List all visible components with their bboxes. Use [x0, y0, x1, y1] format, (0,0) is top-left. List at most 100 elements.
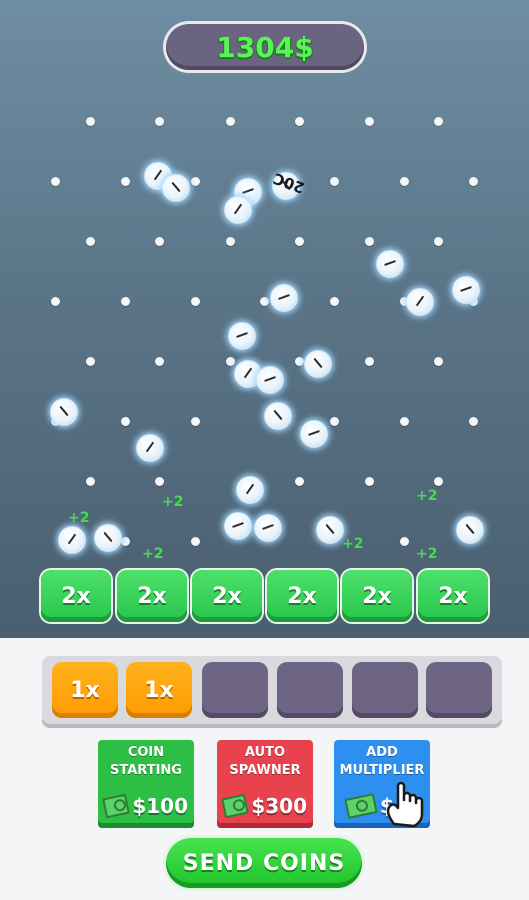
multiplier-label: 2x — [362, 583, 392, 609]
multiplier-slot-empty[interactable] — [202, 662, 268, 718]
peg — [226, 237, 235, 246]
upgrade-price: $100 — [102, 792, 188, 820]
peg — [86, 477, 95, 486]
price-value: $300 — [251, 794, 307, 818]
peg — [295, 117, 304, 126]
peg — [226, 117, 235, 126]
multiplier-slot-empty[interactable] — [426, 662, 492, 718]
send-coins-label: SEND COINS — [182, 850, 346, 876]
peg — [86, 237, 95, 246]
slot-label: 1x — [70, 677, 100, 703]
multiplier-label: 2x — [212, 583, 242, 609]
peg — [295, 357, 304, 366]
coin — [224, 512, 252, 540]
coin — [406, 288, 434, 316]
peg — [469, 417, 478, 426]
coin — [228, 322, 256, 350]
peg — [400, 177, 409, 186]
peg — [121, 177, 130, 186]
bonus-label: +2 — [342, 536, 364, 552]
coin — [58, 526, 86, 554]
peg — [51, 297, 60, 306]
bonus-label: +2 — [162, 494, 184, 510]
multiplier-slot-empty[interactable] — [277, 662, 343, 718]
coin — [456, 516, 484, 544]
multiplier-label: 2x — [287, 583, 317, 609]
upgrade-title: COIN STARTING — [110, 744, 182, 780]
peg — [434, 117, 443, 126]
upgrade-title-line2: SPAWNER — [229, 763, 301, 778]
peg — [330, 177, 339, 186]
upgrade-price: $300 — [221, 792, 307, 820]
coin — [452, 276, 480, 304]
peg — [155, 357, 164, 366]
peg — [155, 117, 164, 126]
peg — [121, 537, 130, 546]
peg — [155, 477, 164, 486]
peg — [191, 537, 200, 546]
auto-spawner-button[interactable]: AUTO SPAWNER $300 — [217, 740, 313, 828]
peg — [330, 417, 339, 426]
coin — [94, 524, 122, 552]
upgrade-title: AUTO SPAWNER — [229, 744, 300, 780]
peg — [365, 477, 374, 486]
peg — [86, 357, 95, 366]
multiplier-slot[interactable]: 1x — [52, 662, 118, 718]
peg — [295, 477, 304, 486]
upgrade-title-line1: AUTO — [244, 745, 286, 760]
multiplier-bucket: 2x — [41, 570, 111, 622]
send-coins-button[interactable]: SEND COINS — [166, 838, 362, 888]
coin — [304, 350, 332, 378]
coin — [270, 284, 298, 312]
peg — [365, 237, 374, 246]
peg — [155, 237, 164, 246]
slot-label: 1x — [144, 677, 174, 703]
cash-icon — [102, 793, 131, 819]
bonus-label: +2 — [68, 510, 90, 526]
peg — [330, 297, 339, 306]
bonus-label: +2 — [142, 546, 164, 562]
coin — [376, 250, 404, 278]
coin — [264, 402, 292, 430]
peg — [400, 537, 409, 546]
price-value: $100 — [132, 794, 188, 818]
upgrade-title-line2: STARTING — [110, 763, 182, 778]
coin — [254, 514, 282, 542]
coin — [256, 366, 284, 394]
peg — [434, 237, 443, 246]
multiplier-label: 2x — [137, 583, 167, 609]
coin — [50, 398, 78, 426]
peg — [295, 237, 304, 246]
multiplier-slot-empty[interactable] — [352, 662, 418, 718]
upgrade-title-line1: ADD — [366, 745, 398, 760]
peg — [191, 297, 200, 306]
cash-icon — [221, 793, 250, 819]
peg — [365, 117, 374, 126]
multiplier-bucket: 2x — [418, 570, 488, 622]
cash-icon — [344, 793, 378, 819]
multiplier-bucket: 2x — [117, 570, 187, 622]
pointer-hand-icon — [386, 781, 424, 828]
peg — [434, 477, 443, 486]
multiplier-slot[interactable]: 1x — [126, 662, 192, 718]
peg — [51, 177, 60, 186]
multiplier-label: 2x — [438, 583, 468, 609]
peg — [191, 177, 200, 186]
upgrade-title-line1: COIN — [127, 745, 165, 760]
peg — [191, 417, 200, 426]
peg — [121, 297, 130, 306]
multiplier-bucket: 2x — [192, 570, 262, 622]
peg — [365, 357, 374, 366]
peg — [469, 177, 478, 186]
plinko-board: 1304$ 20C +2 +2 +2 +2 +2 +2 2x 2x 2x 2x … — [0, 0, 529, 638]
peg — [121, 417, 130, 426]
multiplier-bucket: 2x — [342, 570, 412, 622]
multiplier-label: 2x — [61, 583, 91, 609]
bonus-label: +2 — [416, 488, 438, 504]
coin — [136, 434, 164, 462]
coin-starting-button[interactable]: COIN STARTING $100 — [98, 740, 194, 828]
bonus-label: +2 — [416, 546, 438, 562]
money-display: 1304$ — [166, 24, 364, 70]
coin — [316, 516, 344, 544]
coin — [300, 420, 328, 448]
